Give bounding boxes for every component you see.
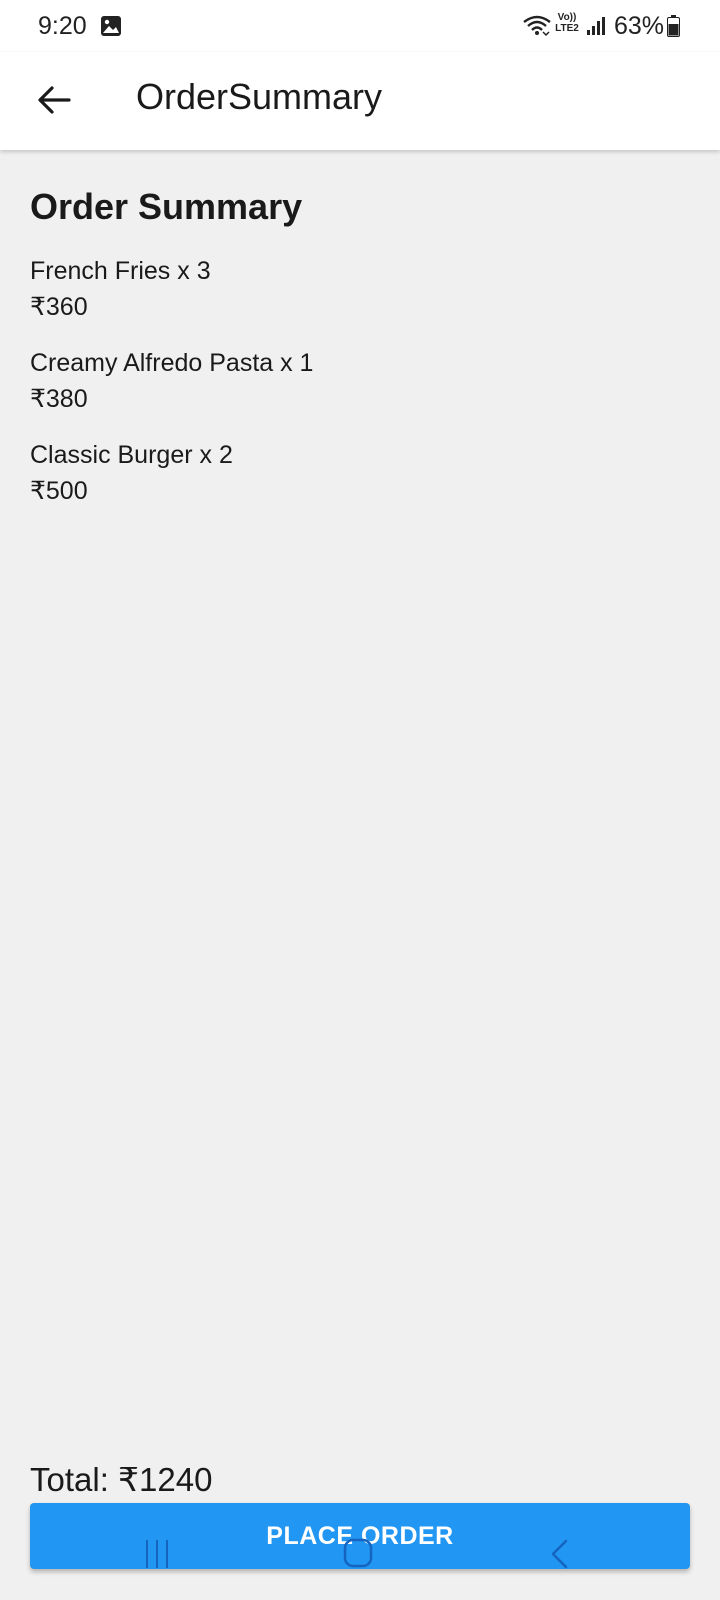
item-name: French Fries x 3	[30, 257, 211, 285]
item-name: Creamy Alfredo Pasta x 1	[30, 349, 314, 377]
main-content: Order Summary French Fries x 3 ₹360 Crea…	[0, 150, 720, 1600]
volte-label: Vo))	[557, 12, 577, 23]
order-total: Total: ₹1240	[30, 1461, 213, 1498]
home-icon[interactable]	[342, 1537, 374, 1569]
item-price: ₹360	[30, 293, 88, 321]
order-item: Creamy Alfredo Pasta x 1 ₹380	[30, 346, 690, 438]
page-title: Order Summary	[30, 186, 303, 227]
battery-percentage: 63%	[614, 12, 665, 40]
status-bar: 9:20 Vo)) LTE2 63%	[0, 0, 720, 52]
order-item: Classic Burger x 2 ₹500	[30, 438, 690, 530]
order-summary-screen: 9:20 Vo)) LTE2 63% OrderSummary Order Su…	[0, 0, 720, 1600]
status-time: 9:20	[38, 12, 87, 40]
item-name: Classic Burger x 2	[30, 441, 233, 469]
lte-label: LTE2	[555, 23, 579, 34]
arrow-left-icon	[38, 86, 71, 114]
item-price: ₹380	[30, 385, 88, 413]
volte-icon: Vo)) LTE2	[552, 12, 582, 40]
wifi-icon	[523, 15, 551, 37]
app-bar: OrderSummary	[0, 52, 720, 150]
battery-icon	[667, 15, 680, 37]
order-list: French Fries x 3 ₹360 Creamy Alfredo Pas…	[30, 254, 690, 530]
recents-icon[interactable]	[143, 1538, 171, 1570]
back-button[interactable]	[26, 72, 82, 128]
signal-icon	[587, 17, 605, 35]
item-price: ₹500	[30, 477, 88, 505]
order-item: French Fries x 3 ₹360	[30, 254, 690, 346]
back-icon[interactable]	[548, 1538, 570, 1570]
gallery-icon	[101, 16, 121, 36]
app-title: OrderSummary	[136, 76, 383, 117]
